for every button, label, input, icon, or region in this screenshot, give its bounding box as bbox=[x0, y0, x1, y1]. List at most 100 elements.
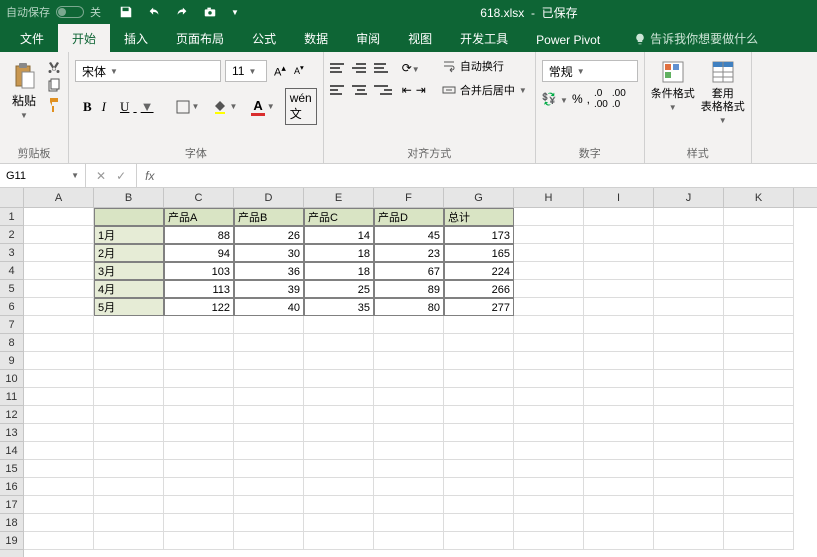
cell[interactable] bbox=[94, 316, 164, 334]
cell[interactable] bbox=[94, 370, 164, 388]
row-header[interactable]: 19 bbox=[0, 532, 23, 550]
format-painter-icon[interactable] bbox=[46, 96, 62, 112]
cell[interactable] bbox=[514, 352, 584, 370]
qat-dropdown-icon[interactable]: ▼ bbox=[231, 8, 239, 17]
cell[interactable] bbox=[164, 424, 234, 442]
cell[interactable] bbox=[514, 460, 584, 478]
cell[interactable] bbox=[24, 532, 94, 550]
cell[interactable] bbox=[164, 532, 234, 550]
cell[interactable] bbox=[654, 424, 724, 442]
cell[interactable] bbox=[724, 334, 794, 352]
cell[interactable] bbox=[514, 280, 584, 298]
align-left-button[interactable] bbox=[330, 82, 348, 98]
cell[interactable] bbox=[584, 352, 654, 370]
cell[interactable]: 39 bbox=[234, 280, 304, 298]
cell[interactable] bbox=[514, 370, 584, 388]
cell[interactable] bbox=[94, 406, 164, 424]
cell[interactable]: 25 bbox=[304, 280, 374, 298]
cell[interactable] bbox=[724, 532, 794, 550]
bold-button[interactable]: B bbox=[79, 97, 96, 117]
cell[interactable] bbox=[514, 298, 584, 316]
cell[interactable] bbox=[24, 406, 94, 424]
cell[interactable]: 1月 bbox=[94, 226, 164, 244]
cell[interactable]: 89 bbox=[374, 280, 444, 298]
cut-icon[interactable] bbox=[46, 60, 62, 76]
spreadsheet-grid[interactable]: 12345678910111213141516171819 ABCDEFGHIJ… bbox=[0, 188, 817, 557]
camera-icon[interactable] bbox=[203, 5, 217, 19]
cell[interactable] bbox=[234, 316, 304, 334]
cell[interactable] bbox=[24, 226, 94, 244]
cell[interactable] bbox=[24, 334, 94, 352]
cell[interactable] bbox=[584, 244, 654, 262]
row-header[interactable]: 17 bbox=[0, 496, 23, 514]
cell[interactable] bbox=[234, 406, 304, 424]
cell[interactable] bbox=[654, 244, 724, 262]
cell[interactable] bbox=[444, 352, 514, 370]
row-header[interactable]: 12 bbox=[0, 406, 23, 424]
column-headers[interactable]: ABCDEFGHIJK bbox=[24, 188, 817, 208]
font-name-combo[interactable]: 宋体▼ bbox=[75, 60, 221, 82]
cell[interactable] bbox=[514, 406, 584, 424]
cell[interactable] bbox=[444, 406, 514, 424]
row-header[interactable]: 9 bbox=[0, 352, 23, 370]
cell[interactable] bbox=[514, 514, 584, 532]
cell[interactable] bbox=[514, 388, 584, 406]
cell[interactable]: 173 bbox=[444, 226, 514, 244]
percent-button[interactable]: % bbox=[572, 92, 583, 106]
row-header[interactable]: 5 bbox=[0, 280, 23, 298]
cell[interactable] bbox=[724, 370, 794, 388]
cell[interactable] bbox=[584, 298, 654, 316]
cell[interactable]: 26 bbox=[234, 226, 304, 244]
column-header[interactable]: B bbox=[94, 188, 164, 207]
tell-me-search[interactable]: 告诉我你想要做什么 bbox=[634, 30, 758, 52]
cell[interactable] bbox=[24, 280, 94, 298]
cell[interactable] bbox=[24, 352, 94, 370]
cell[interactable] bbox=[234, 424, 304, 442]
tab-developer[interactable]: 开发工具 bbox=[446, 24, 522, 52]
cell[interactable] bbox=[444, 370, 514, 388]
cell[interactable] bbox=[304, 406, 374, 424]
cell[interactable] bbox=[584, 496, 654, 514]
cell[interactable] bbox=[584, 370, 654, 388]
cell[interactable] bbox=[94, 496, 164, 514]
cell[interactable]: 113 bbox=[164, 280, 234, 298]
cell[interactable] bbox=[514, 262, 584, 280]
cell[interactable] bbox=[374, 514, 444, 532]
cell[interactable] bbox=[164, 478, 234, 496]
cell[interactable] bbox=[234, 478, 304, 496]
cell[interactable] bbox=[584, 406, 654, 424]
cell[interactable] bbox=[724, 298, 794, 316]
cell[interactable] bbox=[24, 460, 94, 478]
cell[interactable] bbox=[444, 514, 514, 532]
cell[interactable] bbox=[584, 280, 654, 298]
cell[interactable] bbox=[654, 316, 724, 334]
cell[interactable] bbox=[304, 370, 374, 388]
cell[interactable] bbox=[584, 226, 654, 244]
cell[interactable] bbox=[304, 478, 374, 496]
cell[interactable] bbox=[444, 424, 514, 442]
cell[interactable] bbox=[234, 496, 304, 514]
cell[interactable] bbox=[724, 442, 794, 460]
column-header[interactable]: H bbox=[514, 188, 584, 207]
row-header[interactable]: 16 bbox=[0, 478, 23, 496]
cell[interactable] bbox=[724, 244, 794, 262]
cell[interactable]: 3月 bbox=[94, 262, 164, 280]
cell[interactable] bbox=[654, 514, 724, 532]
cell[interactable] bbox=[94, 442, 164, 460]
cell[interactable] bbox=[724, 262, 794, 280]
cell[interactable] bbox=[654, 298, 724, 316]
cell[interactable]: 产品B bbox=[234, 208, 304, 226]
cell[interactable]: 产品A bbox=[164, 208, 234, 226]
cell[interactable] bbox=[584, 334, 654, 352]
cell[interactable] bbox=[234, 370, 304, 388]
cell[interactable]: 5月 bbox=[94, 298, 164, 316]
cell[interactable] bbox=[584, 388, 654, 406]
cell[interactable]: 80 bbox=[374, 298, 444, 316]
cell[interactable]: 67 bbox=[374, 262, 444, 280]
undo-icon[interactable] bbox=[147, 5, 161, 19]
cell[interactable]: 14 bbox=[304, 226, 374, 244]
cell[interactable] bbox=[24, 370, 94, 388]
cell[interactable] bbox=[94, 208, 164, 226]
cell[interactable] bbox=[514, 316, 584, 334]
cell[interactable] bbox=[24, 208, 94, 226]
